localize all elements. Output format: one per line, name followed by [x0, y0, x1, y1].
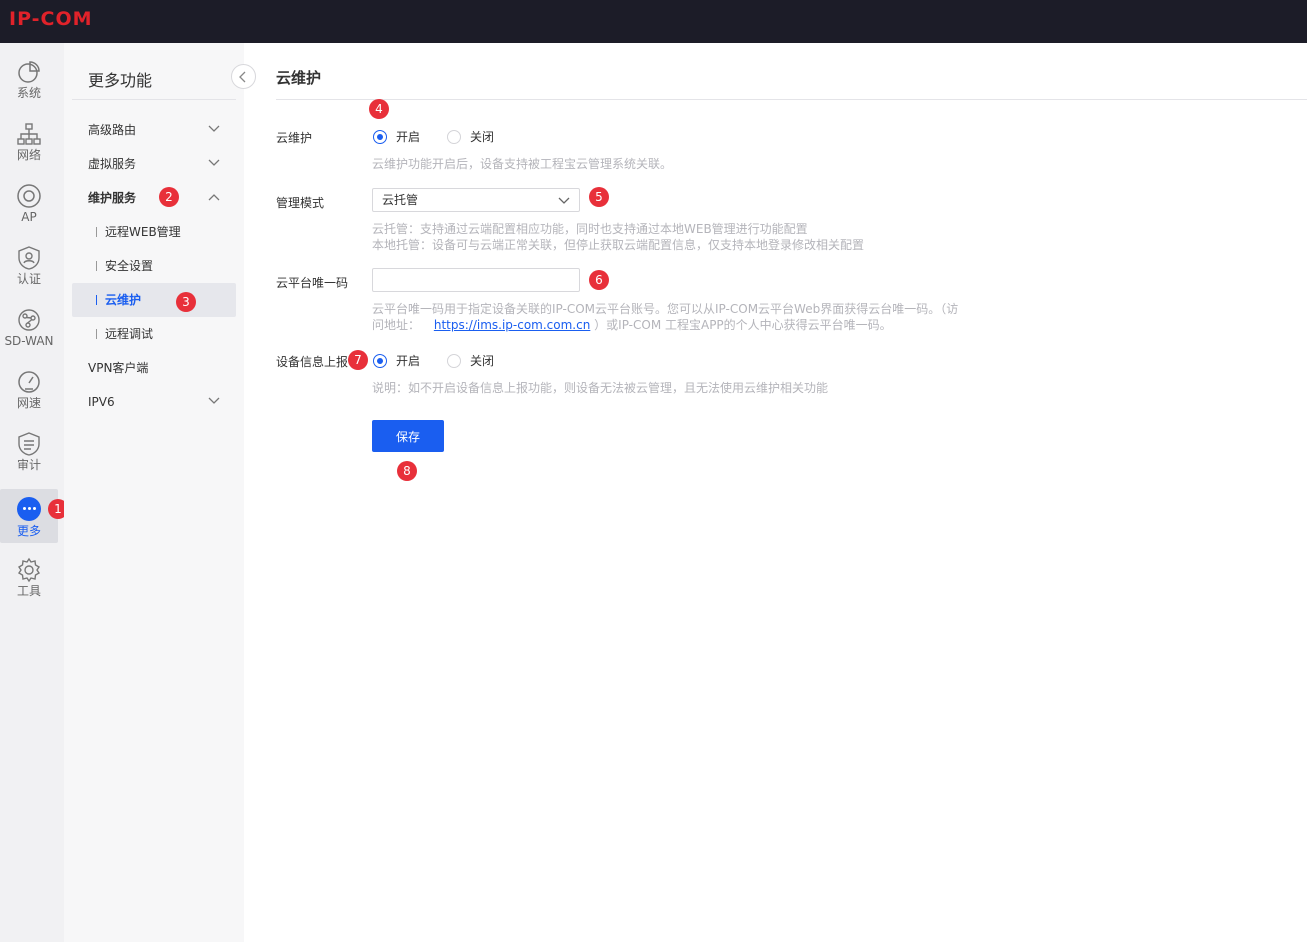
- management-mode-hint-cloud: 云托管：支持通过云端配置相应功能，同时也支持通过本地WEB管理进行功能配置: [372, 222, 808, 236]
- rail-item-more[interactable]: 更多: [0, 489, 58, 543]
- menu-item-ipv6[interactable]: IPV6: [72, 385, 236, 419]
- menu-item-vpn-client[interactable]: VPN客户端: [72, 351, 236, 385]
- chevron-down-icon: [208, 159, 220, 166]
- platform-code-input[interactable]: [372, 268, 580, 292]
- step-badge: 7: [348, 350, 368, 370]
- icon-rail: 系统 网络 AP 认证 SD-WAN 网速 审计 更多 工具: [0, 43, 64, 942]
- radio-label: 关闭: [470, 130, 495, 144]
- device-report-hint: 说明：如不开启设备信息上报功能，则设备无法被云管理，且无法使用云维护相关功能: [372, 381, 829, 395]
- management-mode-hint-local: 本地托管：设备可与云端正常关联，但停止获取云端配置信息，仅支持本地登录修改相关配…: [372, 238, 865, 252]
- rail-item-auth[interactable]: 认证: [0, 239, 58, 293]
- rail-item-label: 工具: [16, 584, 41, 598]
- rail-item-label: 审计: [16, 458, 41, 472]
- device-report-label: 设备信息上报: [276, 355, 349, 369]
- cloud-maintenance-on-radio[interactable]: 开启: [373, 128, 420, 145]
- step-badge: 8: [397, 461, 417, 481]
- rail-item-label: AP: [21, 210, 37, 224]
- network-topology-icon: [16, 121, 42, 147]
- rail-item-label: 系统: [16, 86, 41, 100]
- step-badge: 6: [589, 270, 609, 290]
- shield-user-icon: [16, 245, 42, 271]
- radio-label: 开启: [396, 130, 421, 144]
- rail-item-label: 网络: [16, 148, 41, 162]
- ims-link[interactable]: https://ims.ip-com.com.cn: [434, 318, 590, 332]
- hint-text: ）或IP-COM 工程宝APP的个人中心获得云平台唯一码。: [594, 318, 892, 332]
- step-badge: 5: [589, 187, 609, 207]
- platform-code-hint-line2: 问地址： https://ims.ip-com.com.cn ）或IP-COM …: [372, 317, 892, 333]
- audit-shield-icon: [16, 431, 42, 457]
- access-point-icon: [16, 183, 42, 209]
- pie-chart-icon: [16, 59, 42, 85]
- gear-icon: [16, 557, 42, 583]
- management-mode-label: 管理模式: [276, 196, 325, 210]
- menu-item-label: VPN客户端: [88, 361, 149, 375]
- radio-label: 关闭: [470, 354, 495, 368]
- rail-item-audit[interactable]: 审计: [0, 425, 58, 479]
- rail-item-label: 更多: [16, 524, 41, 538]
- cloud-maintenance-label: 云维护: [276, 131, 313, 145]
- menu-item-maintenance[interactable]: 维护服务: [72, 181, 236, 215]
- cloud-maintenance-off-radio[interactable]: 关闭: [447, 128, 494, 145]
- platform-code-label: 云平台唯一码: [276, 276, 349, 290]
- submenu-title: 更多功能: [88, 71, 153, 90]
- speed-gauge-icon: [16, 369, 42, 395]
- divider: [72, 99, 236, 100]
- menu-item-virtual-service[interactable]: 虚拟服务: [72, 147, 236, 181]
- save-button[interactable]: 保存: [372, 420, 444, 452]
- rail-item-sdwan[interactable]: SD-WAN: [0, 301, 58, 355]
- rail-item-label: SD-WAN: [4, 334, 54, 348]
- device-report-on-radio[interactable]: 开启: [373, 352, 420, 369]
- menu-item-security[interactable]: 安全设置: [72, 249, 236, 283]
- menu-item-label: 远程调试: [105, 327, 154, 341]
- chevron-down-icon: [558, 197, 570, 204]
- rail-item-network[interactable]: 网络: [0, 115, 58, 169]
- page-title: 云维护: [276, 69, 322, 87]
- rail-item-tools[interactable]: 工具: [0, 551, 58, 605]
- menu-item-label: 维护服务: [88, 191, 137, 205]
- more-dots-icon: [17, 497, 41, 521]
- chevron-down-icon: [208, 125, 220, 132]
- step-badge: 3: [176, 292, 196, 312]
- rail-item-ap[interactable]: AP: [0, 177, 58, 231]
- platform-code-hint: 云平台唯一码用于指定设备关联的IP-COM云平台账号。您可以从IP-COM云平台…: [372, 302, 959, 316]
- menu-item-label: IPV6: [88, 395, 115, 409]
- menu-item-label: 远程WEB管理: [105, 225, 181, 239]
- management-mode-select[interactable]: 云托管: [372, 188, 580, 212]
- secondary-menu: 更多功能 高级路由 虚拟服务 维护服务 远程WEB管理 安全设置 云维护 远程调…: [64, 43, 256, 942]
- chevron-down-icon: [208, 397, 220, 404]
- sdwan-icon: [16, 307, 42, 333]
- chevron-up-icon: [208, 194, 220, 201]
- step-badge: 2: [159, 187, 179, 207]
- brand-logo: IP-COM: [9, 8, 93, 30]
- main-content: 云维护 云维护 开启 关闭 云维护功能开启后，设备支持被工程宝云管理系统关联。 …: [244, 43, 1307, 942]
- menu-item-label: 虚拟服务: [88, 157, 137, 171]
- hint-text: 问地址：: [372, 318, 421, 332]
- rail-item-label: 网速: [16, 396, 41, 410]
- select-value: 云托管: [382, 193, 419, 207]
- step-badge: 4: [369, 99, 389, 119]
- menu-item-label: 安全设置: [105, 259, 154, 273]
- rail-item-speed[interactable]: 网速: [0, 363, 58, 417]
- menu-item-label: 云维护: [105, 293, 142, 307]
- top-bar: IP-COM: [0, 0, 1307, 43]
- menu-item-advanced-routing[interactable]: 高级路由: [72, 113, 236, 147]
- rail-item-system[interactable]: 系统: [0, 53, 58, 107]
- menu-item-remote-web[interactable]: 远程WEB管理: [72, 215, 236, 249]
- rail-item-label: 认证: [16, 272, 41, 286]
- menu-item-remote-debug[interactable]: 远程调试: [72, 317, 236, 351]
- menu-item-cloud-maintenance[interactable]: 云维护: [72, 283, 236, 317]
- radio-label: 开启: [396, 354, 421, 368]
- menu-item-label: 高级路由: [88, 123, 137, 137]
- device-report-off-radio[interactable]: 关闭: [447, 352, 494, 369]
- divider: [276, 99, 1307, 100]
- cloud-maintenance-hint: 云维护功能开启后，设备支持被工程宝云管理系统关联。: [372, 157, 673, 171]
